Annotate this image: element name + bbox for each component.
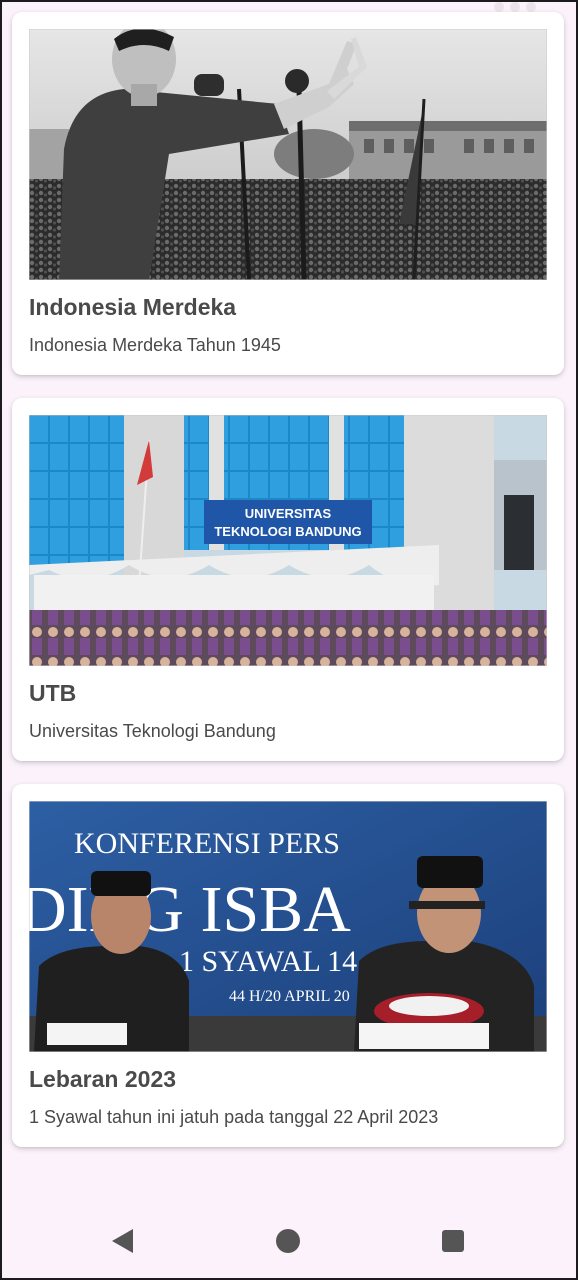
home-icon: [276, 1229, 300, 1253]
news-title: Lebaran 2023: [29, 1066, 177, 1092]
banner-line-3: 1 SYAWAL 14: [179, 945, 357, 978]
news-description: 1 Syawal tahun ini jatuh pada tanggal 22…: [29, 1107, 439, 1127]
banner-line-2: DING ISBA: [29, 873, 351, 946]
news-card-lebaran-2023[interactable]: KONFERENSI PERS DING ISBA 1 SYAWAL 14 44…: [12, 784, 564, 1147]
back-button[interactable]: [103, 1221, 143, 1261]
svg-text:TEKNOLOGI BANDUNG: TEKNOLOGI BANDUNG: [214, 524, 361, 539]
news-description: Indonesia Merdeka Tahun 1945: [29, 335, 281, 355]
news-title: Indonesia Merdeka: [29, 294, 237, 320]
news-description: Universitas Teknologi Bandung: [29, 721, 276, 741]
home-button[interactable]: [268, 1221, 308, 1261]
banner-line-1: KONFERENSI PERS: [74, 827, 340, 860]
news-card-utb[interactable]: UNIVERSITAS TEKNOLOGI BANDUNG UTB Univer…: [12, 398, 564, 761]
news-image: [29, 29, 547, 280]
news-card-indonesia-merdeka[interactable]: Indonesia Merdeka Indonesia Merdeka Tahu…: [12, 12, 564, 375]
system-navigation-bar: [0, 1200, 578, 1280]
banner-line-4: 44 H/20 APRIL 20: [229, 988, 350, 1005]
news-title: UTB: [29, 680, 77, 706]
news-image: UNIVERSITAS TEKNOLOGI BANDUNG: [29, 415, 547, 666]
recents-button[interactable]: [433, 1221, 473, 1261]
svg-text:UNIVERSITAS: UNIVERSITAS: [245, 506, 332, 521]
news-feed[interactable]: Indonesia Merdeka Indonesia Merdeka Tahu…: [0, 0, 578, 1200]
news-image: KONFERENSI PERS DING ISBA 1 SYAWAL 14 44…: [29, 801, 547, 1052]
recents-icon: [442, 1230, 464, 1252]
back-icon: [112, 1229, 133, 1253]
